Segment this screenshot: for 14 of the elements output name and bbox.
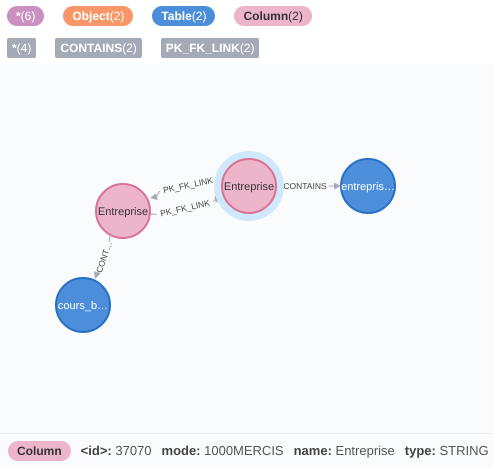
- node-caption: Entreprise: [224, 181, 274, 193]
- property-text: type: STRING: [404, 443, 489, 458]
- property-text: <id>: 37070: [80, 443, 152, 458]
- graph-node[interactable]: [55, 277, 111, 333]
- node-caption: cours_b…: [58, 300, 108, 312]
- node-caption: entrepris…: [341, 181, 395, 193]
- node-caption: Entreprise: [98, 206, 148, 218]
- graph-node[interactable]: [340, 158, 396, 214]
- graph-node[interactable]: [221, 158, 277, 214]
- graph-node[interactable]: [95, 183, 151, 239]
- node-label-tag[interactable]: Column(2): [234, 6, 312, 26]
- property-text: name: Entreprise: [294, 443, 395, 458]
- node-label-tag[interactable]: Column: [8, 440, 71, 460]
- property-text: mode: 1000MERCIS: [162, 443, 284, 458]
